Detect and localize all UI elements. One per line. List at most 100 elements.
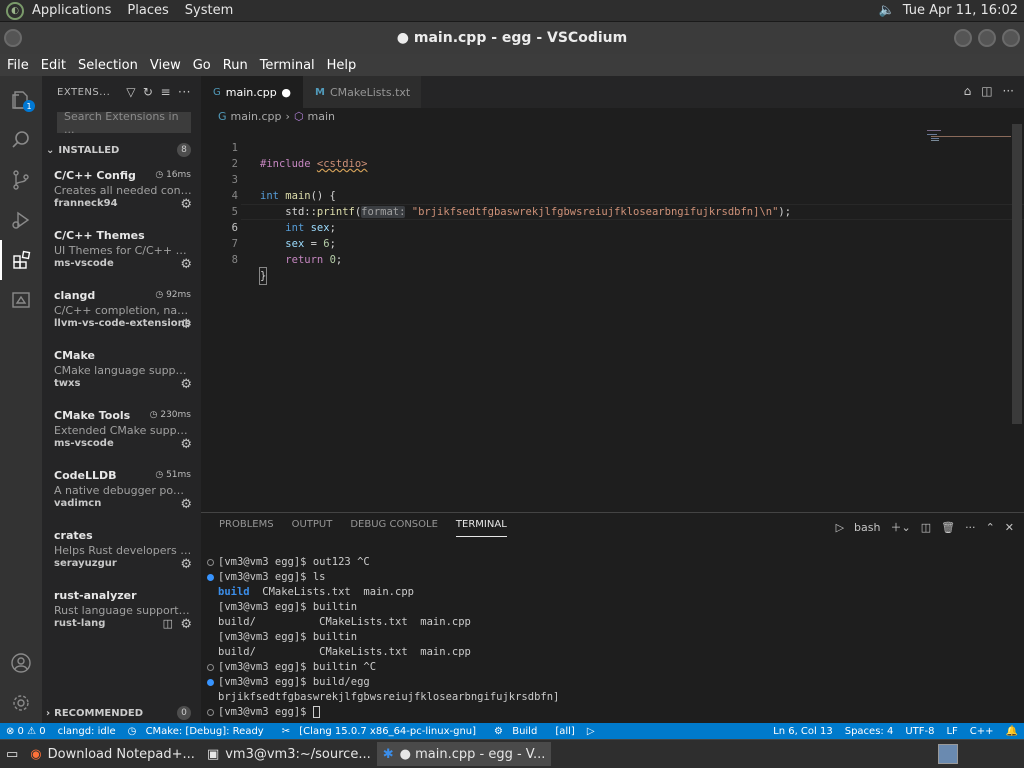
filter-icon[interactable]: ▽ (126, 85, 136, 99)
editor-actions: ⌂ ◫ ··· (964, 84, 1014, 98)
menu-file[interactable]: File (0, 58, 34, 73)
run-debug-icon[interactable] (0, 200, 42, 240)
modified-dot-icon[interactable]: ● (281, 86, 291, 99)
explorer-badge: 1 (23, 100, 35, 112)
problems-status[interactable]: ⊗ 0 ⚠ 0 (0, 726, 52, 737)
recommended-section-header[interactable]: › RECOMMENDED 0 (42, 702, 201, 724)
menu-help[interactable]: Help (320, 58, 362, 73)
tab-label: CMakeLists.txt (329, 85, 411, 99)
split-editor-icon[interactable]: ◫ (981, 84, 992, 98)
cmake-status[interactable]: ◷ CMake: [Debug]: Ready (122, 726, 276, 737)
split-editor-icon[interactable]: ◫ (163, 617, 173, 630)
encoding[interactable]: UTF-8 (899, 726, 940, 737)
editor-scrollbar[interactable] (1012, 124, 1022, 424)
workspace-switcher[interactable] (938, 744, 958, 764)
run-icon[interactable]: ▷ (581, 726, 601, 737)
extension-publisher: ms-vscode (54, 258, 114, 269)
breadcrumb-file[interactable]: main.cpp (231, 110, 282, 123)
menu-terminal[interactable]: Terminal (253, 58, 320, 73)
tab-main-cpp[interactable]: G main.cpp ● (201, 76, 303, 108)
explorer-icon[interactable]: 1 (0, 80, 42, 120)
close-panel-icon[interactable]: ✕ (1005, 521, 1014, 534)
maximize-button[interactable] (978, 29, 996, 47)
line-ending[interactable]: LF (940, 726, 963, 737)
remote-explorer-icon[interactable] (0, 280, 42, 320)
cmake-build-icon[interactable]: ⌂ (964, 84, 972, 98)
extension-publisher: twxs (54, 378, 81, 389)
taskbar-item-vscodium[interactable]: ✱ ● main.cpp - egg - V... (376, 742, 552, 766)
window-menu-button[interactable] (4, 29, 22, 47)
manage-gear-icon[interactable]: ⚙ (180, 497, 192, 512)
menu-go[interactable]: Go (186, 58, 216, 73)
source-control-icon[interactable] (0, 160, 42, 200)
tab-cmakelists[interactable]: M CMakeLists.txt (303, 76, 421, 108)
extension-item[interactable]: CMake CMake language support f... twxs ⚙ (42, 349, 201, 409)
distro-logo-icon[interactable]: ◐ (6, 1, 24, 20)
close-button[interactable] (1002, 29, 1020, 47)
extension-item[interactable]: rust-analyzer Rust language support for.… (42, 589, 201, 649)
extension-item[interactable]: CodeLLDB ◷ 51ms A native debugger powere… (42, 469, 201, 529)
language-mode[interactable]: C++ (964, 726, 1000, 737)
minimize-button[interactable] (954, 29, 972, 47)
clear-icon[interactable]: ≡ (160, 85, 171, 99)
taskbar-item-firefox[interactable]: ◉ Download Notepad+... (24, 742, 201, 766)
activation-time: ◷ 51ms (155, 470, 191, 480)
extension-item[interactable]: clangd ◷ 92ms C/C++ completion, navigat.… (42, 289, 201, 349)
extension-name: clangd (54, 289, 96, 302)
manage-gear-icon[interactable]: ⚙ (180, 257, 192, 272)
extension-item[interactable]: C/C++ Config ◷ 16ms Creates all needed c… (42, 169, 201, 229)
command-decoration-icon (207, 664, 214, 671)
manage-gear-icon[interactable]: ⚙ (180, 317, 192, 332)
volume-icon[interactable]: 🔈 (879, 3, 895, 18)
tab-terminal[interactable]: TERMINAL (455, 519, 507, 537)
refresh-icon[interactable]: ↻ (143, 85, 154, 99)
split-terminal-icon[interactable]: ◫ (921, 521, 931, 534)
settings-gear-icon[interactable] (0, 683, 42, 723)
account-icon[interactable] (0, 643, 42, 683)
manage-gear-icon[interactable]: ⚙ (180, 617, 192, 632)
manage-gear-icon[interactable]: ⚙ (180, 197, 192, 212)
installed-section-header[interactable]: ⌄ INSTALLED 8 (42, 139, 201, 161)
breadcrumb-symbol[interactable]: main (308, 110, 335, 123)
extensions-search-input[interactable]: Search Extensions in ... (57, 110, 191, 136)
search-icon[interactable] (0, 120, 42, 160)
build-target[interactable]: [all] (549, 726, 581, 737)
clock[interactable]: Tue Apr 11, 16:02 (903, 3, 1018, 18)
menu-edit[interactable]: Edit (34, 58, 71, 73)
extensions-icon[interactable] (0, 240, 42, 280)
notifications-bell-icon[interactable]: 🔔 (1000, 726, 1024, 737)
more-actions-icon[interactable]: ··· (178, 85, 191, 99)
manage-gear-icon[interactable]: ⚙ (180, 557, 192, 572)
manage-gear-icon[interactable]: ⚙ (180, 437, 192, 452)
taskbar-item-terminal[interactable]: ▣ vm3@vm3:~/source... (201, 742, 377, 766)
terminal-output[interactable]: [vm3@vm3 egg]$ out123 ^C [vm3@vm3 egg]$ … (205, 555, 1005, 720)
clangd-status[interactable]: clangd: idle (52, 726, 122, 737)
trash-icon[interactable]: 🗑 (941, 521, 955, 534)
indentation[interactable]: Spaces: 4 (839, 726, 900, 737)
new-terminal-icon[interactable]: ＋⌄ (890, 519, 910, 535)
places-menu[interactable]: Places (119, 3, 176, 18)
more-actions-icon[interactable]: ··· (965, 521, 976, 534)
extension-item[interactable]: crates Helps Rust developers ma... seray… (42, 529, 201, 589)
menu-selection[interactable]: Selection (71, 58, 143, 73)
cursor-position[interactable]: Ln 6, Col 13 (767, 726, 839, 737)
build-button[interactable]: ⚙ Build (488, 726, 549, 737)
manage-gear-icon[interactable]: ⚙ (180, 377, 192, 392)
tab-debug-console[interactable]: DEBUG CONSOLE (350, 519, 438, 537)
applications-menu[interactable]: Applications (24, 3, 119, 18)
show-desktop-icon[interactable]: ▭ (0, 742, 24, 766)
cmake-kit[interactable]: ✂ [Clang 15.0.7 x86_64-pc-linux-gnu] (276, 726, 488, 737)
tab-problems[interactable]: PROBLEMS (219, 519, 274, 537)
menu-view[interactable]: View (143, 58, 186, 73)
menu-run[interactable]: Run (216, 58, 253, 73)
terminal-shell-label[interactable]: bash (854, 521, 880, 534)
code-editor[interactable]: 1 #include <cstdio> 2 3 int main() { 4 s… (201, 124, 1024, 510)
terminal-line: build/ CMakeLists.txt main.cpp (218, 616, 471, 628)
more-actions-icon[interactable]: ··· (1003, 84, 1014, 98)
extension-item[interactable]: C/C++ Themes UI Themes for C/C++ exte...… (42, 229, 201, 289)
system-menu[interactable]: System (177, 3, 241, 18)
extension-item[interactable]: CMake Tools ◷ 230ms Extended CMake suppo… (42, 409, 201, 469)
tab-output[interactable]: OUTPUT (292, 519, 333, 537)
maximize-panel-icon[interactable]: ⌃ (986, 521, 995, 534)
minimap[interactable] (927, 128, 1012, 148)
